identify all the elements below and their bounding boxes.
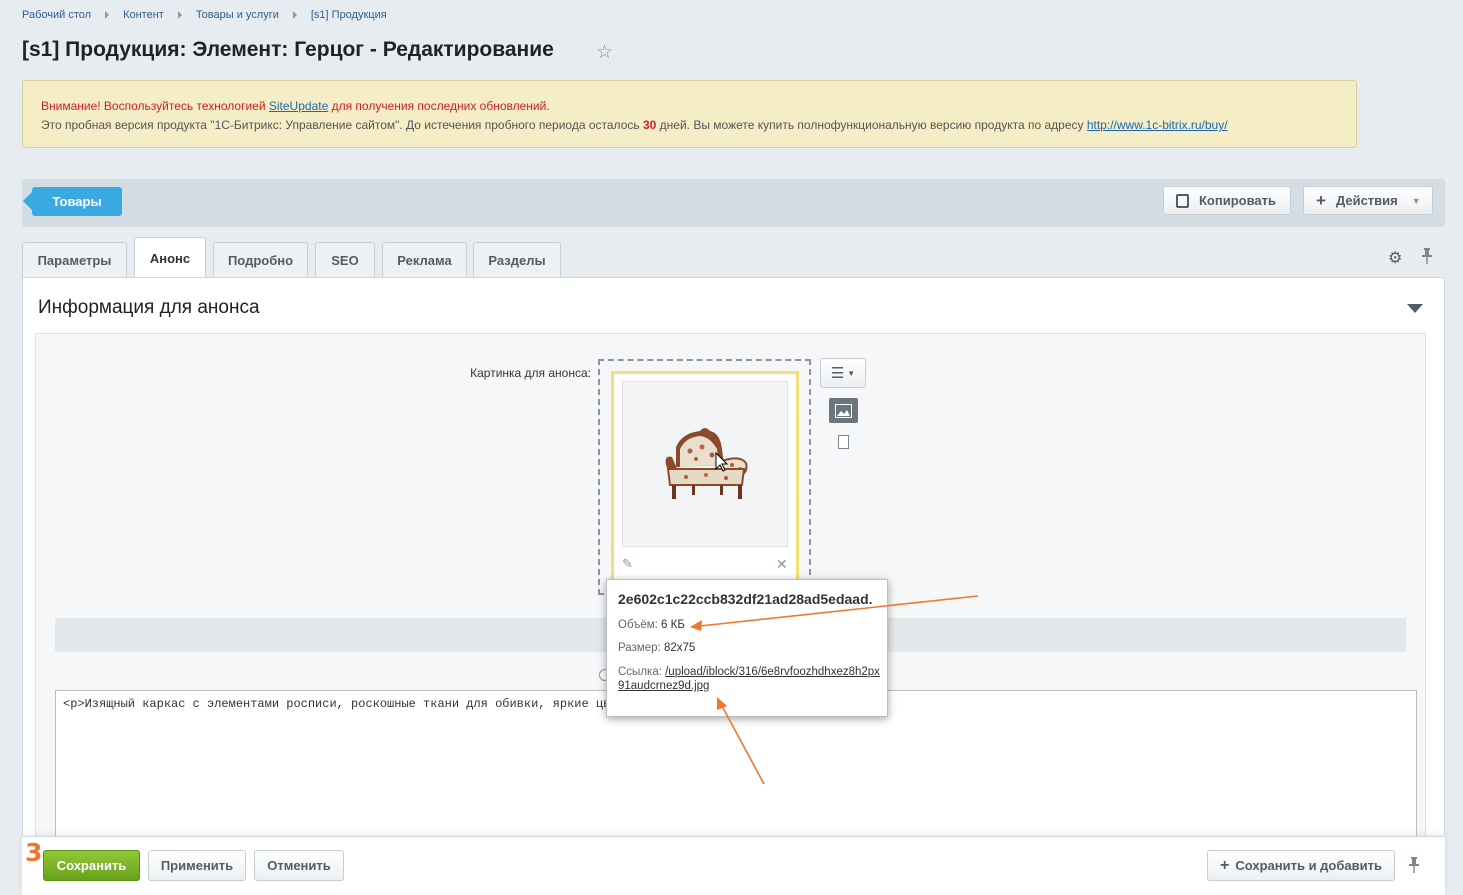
annotation-arrows [690, 595, 979, 785]
annotation-arrowhead-size [690, 620, 702, 631]
save-button[interactable]: Сохранить [43, 850, 140, 881]
cancel-button[interactable]: Отменить [254, 850, 344, 881]
apply-button[interactable]: Применить [148, 850, 246, 881]
annotation-arrow-size [699, 595, 979, 627]
plus-icon: + [1220, 856, 1230, 874]
save-and-add-button[interactable]: + Сохранить и добавить [1207, 850, 1395, 881]
pin-icon[interactable] [1408, 857, 1420, 877]
annotation-arrowhead-link [717, 697, 727, 710]
save-and-add-label: Сохранить и добавить [1235, 858, 1382, 873]
annotation-arrow-link [721, 705, 765, 785]
step-number-annotation: 3 [25, 838, 43, 867]
